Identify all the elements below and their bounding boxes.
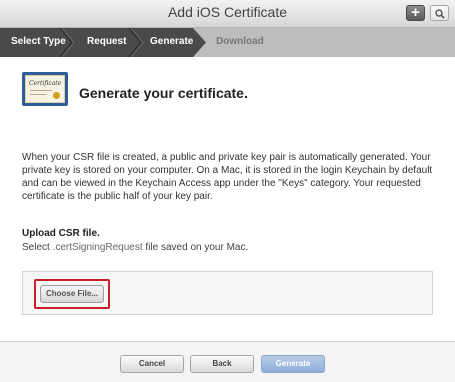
- cancel-button[interactable]: Cancel: [120, 355, 184, 373]
- step-generate: Generate: [150, 36, 194, 47]
- upload-area: Choose File...: [22, 271, 433, 315]
- search-icon[interactable]: [430, 5, 449, 21]
- page-heading: Generate your certificate.: [79, 85, 248, 101]
- certificate-icon-text: Certificate: [29, 80, 62, 87]
- upload-title: Upload CSR file.: [22, 228, 100, 239]
- window-title: Add iOS Certificate: [167, 4, 288, 20]
- back-button[interactable]: Back: [190, 355, 254, 373]
- step-select-type: Select Type: [11, 36, 66, 47]
- progress-steps: Select Type Request Generate Download: [0, 28, 455, 57]
- file-extension: .certSigningRequest: [52, 242, 143, 253]
- step-request: Request: [87, 36, 127, 47]
- title-bar: Add iOS Certificate +: [0, 0, 455, 28]
- choose-file-button[interactable]: Choose File...: [40, 285, 104, 303]
- generate-button[interactable]: Generate: [261, 355, 325, 373]
- plus-icon[interactable]: +: [406, 5, 425, 21]
- description-text: When your CSR file is created, a public …: [22, 152, 433, 202]
- certificate-icon: Certificate: [22, 72, 68, 106]
- main-content: Certificate Generate your certificate. W…: [0, 57, 455, 342]
- highlight-box: Choose File...: [34, 279, 110, 309]
- step-download: Download: [216, 36, 264, 47]
- upload-description: Select .certSigningRequest file saved on…: [22, 242, 249, 253]
